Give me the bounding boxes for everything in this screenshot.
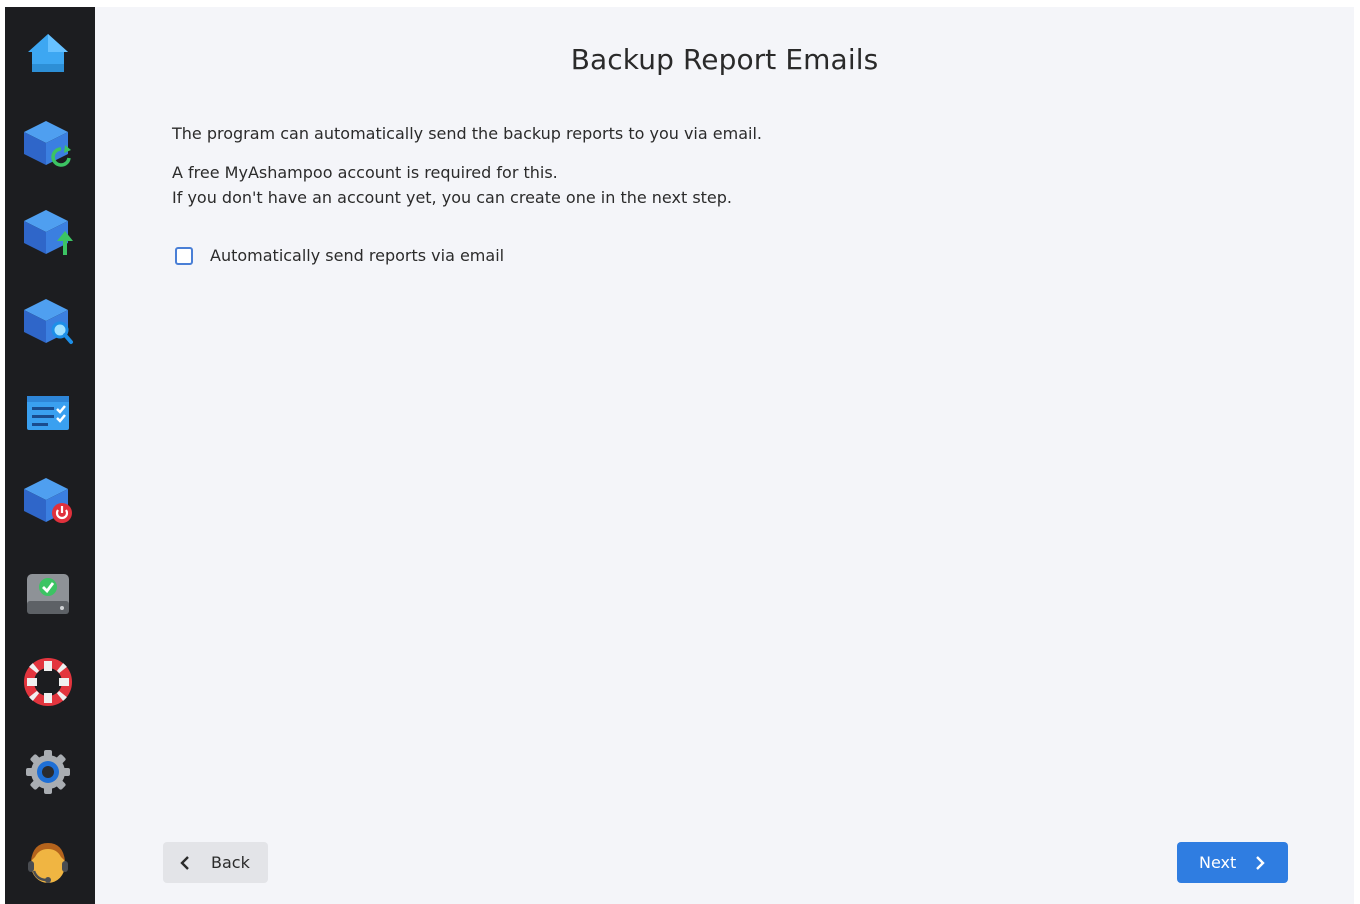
backup-restore-icon	[24, 121, 71, 167]
sidebar-item-backup-restore[interactable]	[20, 115, 76, 171]
wizard-content: Backup Report Emails The program can aut…	[95, 7, 1354, 904]
sidebar-item-support[interactable]	[20, 834, 76, 890]
email-reports-checkbox-label[interactable]: Automatically send reports via email	[210, 246, 504, 265]
sidebar	[5, 7, 95, 904]
chevron-left-icon	[180, 855, 189, 870]
backup-shutdown-icon	[24, 478, 72, 523]
sidebar-item-backup-shutdown[interactable]	[20, 472, 76, 528]
next-button[interactable]: Next	[1177, 842, 1288, 883]
sidebar-item-settings[interactable]	[20, 744, 76, 800]
sidebar-item-help[interactable]	[20, 654, 76, 710]
backup-search-icon	[24, 299, 73, 344]
checklist-icon	[27, 396, 69, 430]
backup-upload-icon	[24, 210, 73, 255]
app-window: Backup Report Emails The program can aut…	[5, 7, 1354, 904]
chevron-right-icon	[1256, 855, 1265, 870]
sidebar-item-drive-check[interactable]	[20, 565, 76, 621]
drive-check-icon	[27, 574, 69, 614]
back-button[interactable]: Back	[163, 842, 268, 883]
sidebar-item-home[interactable]	[20, 26, 76, 82]
settings-gear-icon	[26, 750, 70, 794]
account-hint-text: If you don't have an account yet, you ca…	[172, 188, 733, 207]
sidebar-item-checklist[interactable]	[20, 385, 76, 441]
email-reports-checkbox[interactable]	[175, 246, 193, 265]
intro-text: The program can automatically send the b…	[172, 124, 762, 143]
back-button-label: Back	[211, 853, 250, 872]
sidebar-item-backup-upload[interactable]	[20, 204, 76, 260]
help-lifebuoy-icon	[24, 658, 72, 706]
next-button-label: Next	[1199, 853, 1237, 872]
sidebar-item-backup-search[interactable]	[20, 293, 76, 349]
home-icon	[28, 34, 68, 72]
account-requirement-text: A free MyAshampoo account is required fo…	[172, 163, 558, 182]
email-reports-option[interactable]: Automatically send reports via email	[175, 246, 504, 265]
support-agent-icon	[28, 843, 68, 883]
page-title: Backup Report Emails	[570, 43, 879, 76]
